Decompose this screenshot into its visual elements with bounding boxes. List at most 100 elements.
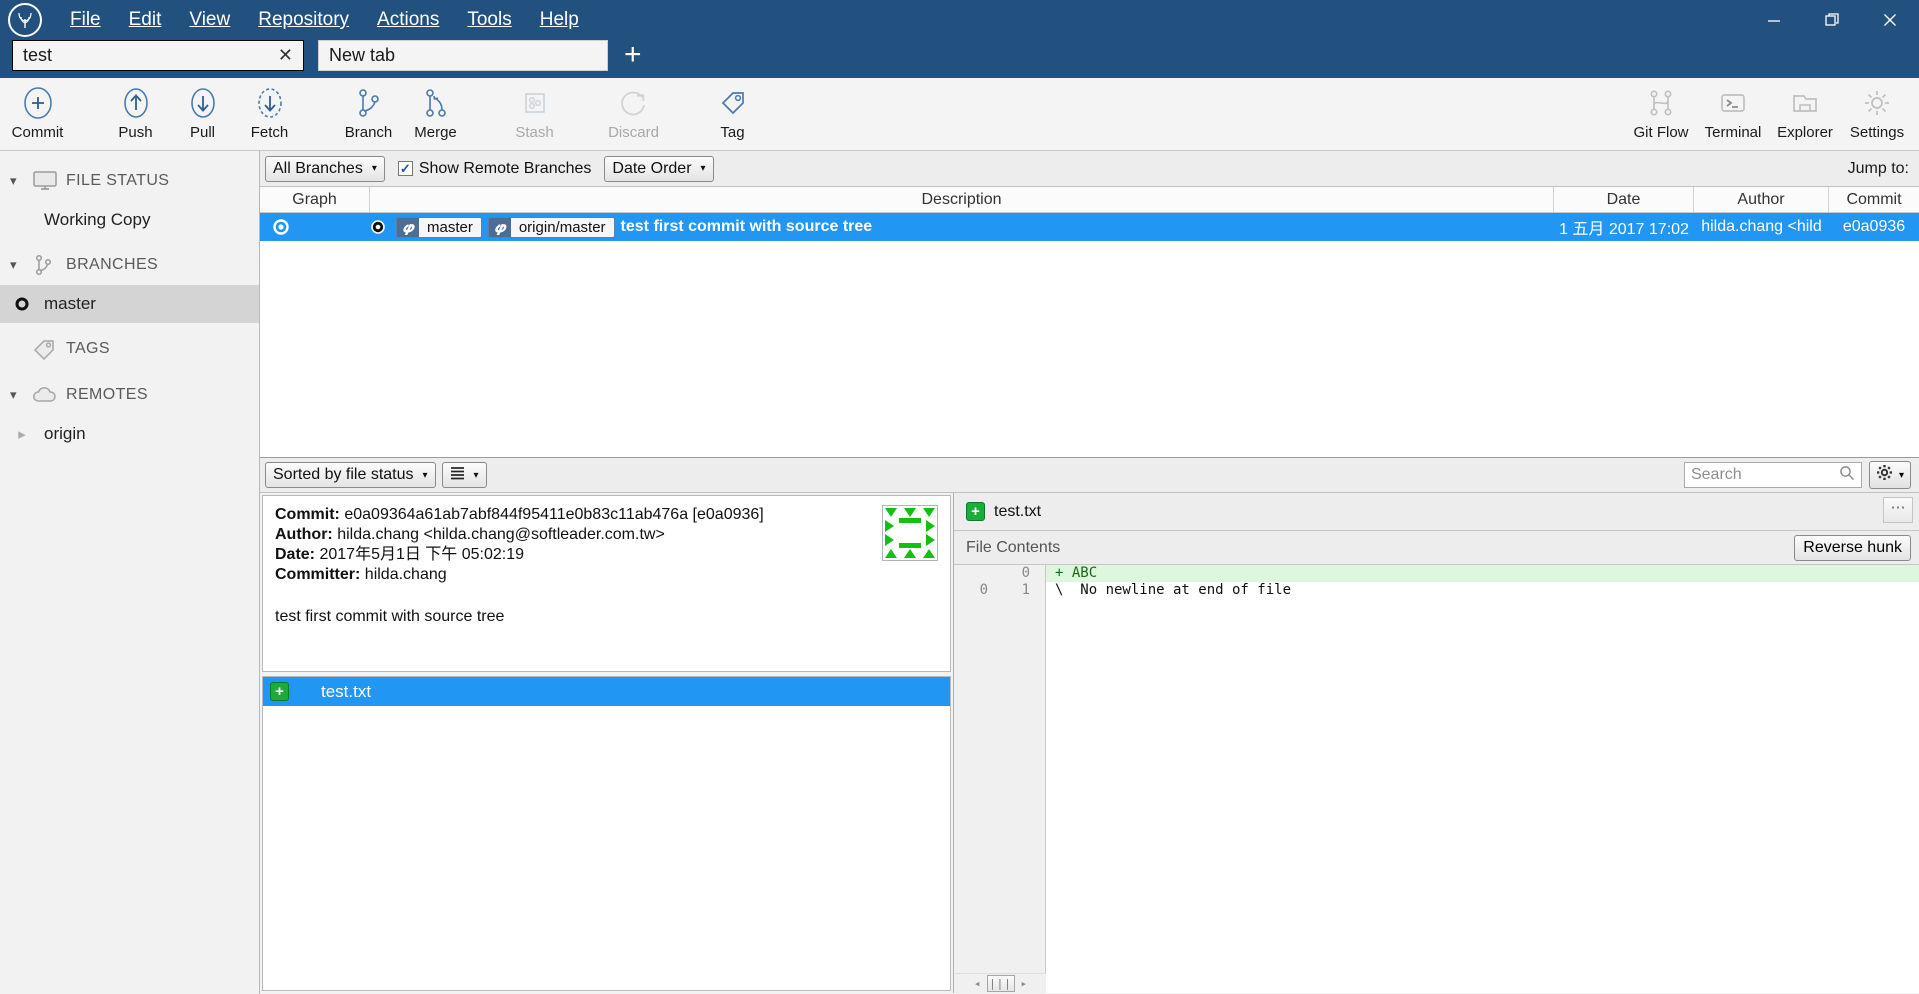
diff-line-number-row: 0 (954, 565, 1045, 582)
repo-tab-label: test (23, 45, 53, 65)
branch-filter-dropdown[interactable]: All Branches ▾ (265, 155, 385, 182)
menu-tools-label: Tools (467, 9, 512, 30)
sidebar-item-working-copy[interactable]: Working Copy (0, 201, 259, 239)
menu-repository[interactable]: Repository (244, 9, 363, 31)
search-input[interactable]: Search (1683, 462, 1862, 488)
diff-line-number-row: 0 1 (954, 582, 1045, 599)
pull-button[interactable]: Pull (169, 78, 236, 151)
graph-commit-dot-icon (371, 220, 385, 234)
sidebar-item-origin[interactable]: ▸ origin (0, 415, 259, 453)
file-name: test.txt (321, 681, 372, 701)
stash-button[interactable]: Stash (501, 78, 568, 151)
ref-badge-master-label: master (419, 217, 481, 237)
settings-button-label: Settings (1849, 124, 1905, 141)
sort-filter-dropdown[interactable]: Sorted by file status ▾ (265, 462, 436, 488)
column-header-author[interactable]: Author (1694, 187, 1829, 212)
minimize-button[interactable] (1745, 0, 1803, 40)
terminal-button[interactable]: Terminal (1697, 78, 1769, 151)
table-row[interactable]: 𝝋 master 𝝋 origin/master test first comm… (260, 213, 1919, 241)
commit-committer-value: hilda.chang (364, 566, 447, 583)
menu-actions[interactable]: Actions (363, 9, 453, 31)
branch-dot-icon (0, 296, 44, 312)
explorer-button[interactable]: Explorer (1769, 78, 1841, 151)
show-remote-branches-checkbox[interactable]: ✓ Show Remote Branches (397, 160, 591, 178)
add-tab-icon[interactable]: + (624, 40, 642, 70)
detail-panes: Commit: e0a09364a61ab7abf844f95411e0b83c… (260, 493, 1919, 993)
reverse-hunk-button[interactable]: Reverse hunk (1794, 534, 1911, 561)
diff-horizontal-scrollbar[interactable]: ◂ ||| ▸ (955, 973, 1046, 993)
title-bar: File Edit View Repository Actions Tools … (0, 0, 1919, 40)
discard-button[interactable]: Discard (600, 78, 667, 151)
settings-button[interactable]: Settings (1841, 78, 1913, 151)
column-header-graph[interactable]: Graph (260, 187, 370, 212)
column-header-commit[interactable]: Commit (1829, 187, 1919, 212)
ref-badge-origin-master-label: origin/master (510, 217, 614, 237)
menu-file[interactable]: File (56, 9, 115, 31)
sidebar-section-branches[interactable]: ▾ BRANCHES (0, 245, 259, 285)
branch-icon (32, 253, 66, 277)
restore-button[interactable] (1803, 0, 1861, 40)
sidebar-section-remotes[interactable]: ▾ REMOTES (0, 375, 259, 415)
push-button[interactable]: Push (102, 78, 169, 151)
menu-view[interactable]: View (175, 9, 244, 31)
column-header-description[interactable]: Description (370, 187, 1554, 212)
commit-button[interactable]: Commit (4, 78, 71, 151)
menu-edit[interactable]: Edit (115, 9, 176, 31)
fetch-button[interactable]: Fetch (236, 78, 303, 151)
commit-detail-message: test first commit with source tree (275, 608, 505, 625)
diff-more-options-button[interactable]: ⋯ (1883, 497, 1913, 523)
repo-tab-new[interactable]: New tab (318, 40, 608, 71)
view-mode-dropdown[interactable]: ▾ (441, 462, 487, 488)
merge-button[interactable]: Merge (402, 78, 469, 151)
diff-settings-button[interactable]: ▾ (1868, 461, 1911, 489)
git-flow-button[interactable]: Git Flow (1625, 78, 1697, 151)
main-area: ▾ FILE STATUS Working Copy ▾ BRANCHES ma… (0, 151, 1919, 994)
jump-to-label[interactable]: Jump to: (1848, 160, 1909, 178)
chevron-down-icon[interactable]: ▾ (10, 257, 32, 273)
commit-description-cell: 𝝋 master 𝝋 origin/master test first comm… (370, 216, 1554, 238)
pull-down-arrow-icon (185, 84, 221, 122)
diff-section-label: File Contents (966, 538, 1061, 556)
diff-pane: + test.txt ⋯ File Contents Reverse hunk … (954, 493, 1919, 993)
branch-button[interactable]: Branch (335, 78, 402, 151)
menu-tools[interactable]: Tools (453, 9, 525, 31)
commit-graph-cell (260, 218, 370, 236)
sidebar-section-tags[interactable]: TAGS (0, 329, 259, 369)
stash-icon (517, 84, 553, 122)
commit-committer-label: Committer: (275, 566, 361, 583)
menu-help[interactable]: Help (526, 9, 593, 31)
commit-hash-row: Commit: e0a09364a61ab7abf844f95411e0b83c… (275, 505, 938, 525)
list-item[interactable]: + test.txt (263, 677, 950, 706)
column-header-date[interactable]: Date (1554, 187, 1694, 212)
tag-button[interactable]: Tag (699, 78, 766, 151)
gear-icon (1876, 464, 1893, 486)
repo-tab-test[interactable]: test ✕ (12, 40, 304, 71)
git-flow-icon (1643, 84, 1679, 122)
chevron-right-icon[interactable]: ▸ (0, 425, 44, 443)
scroll-right-icon[interactable]: ▸ (1021, 977, 1028, 990)
ref-badge-master[interactable]: 𝝋 master (396, 216, 482, 238)
sidebar-section-file-status[interactable]: ▾ FILE STATUS (0, 161, 259, 201)
sourcetree-logo-icon (8, 3, 42, 37)
commit-date-value: 2017年5月1日 下午 05:02:19 (319, 546, 525, 563)
chevron-down-icon[interactable]: ▾ (10, 387, 32, 403)
search-icon (1839, 465, 1855, 486)
menu-actions-label: Actions (377, 9, 440, 30)
added-plus-icon: + (966, 502, 985, 521)
ref-badge-origin-master[interactable]: 𝝋 origin/master (487, 216, 615, 238)
sidebar-item-working-copy-label: Working Copy (44, 210, 151, 229)
sidebar-item-master[interactable]: master (0, 285, 259, 323)
close-button[interactable] (1861, 0, 1919, 40)
close-icon[interactable]: ✕ (278, 45, 293, 66)
order-filter-dropdown[interactable]: Date Order ▾ (604, 155, 714, 182)
diff-new-line-number: 0 (1021, 565, 1030, 581)
order-filter-label: Date Order (612, 159, 692, 177)
chevron-down-icon[interactable]: ▾ (10, 173, 32, 189)
terminal-icon (1715, 84, 1751, 122)
terminal-button-label: Terminal (1704, 124, 1762, 141)
scroll-left-icon[interactable]: ◂ (974, 977, 981, 990)
detail-toolbar-right: Search ▾ (1683, 461, 1911, 489)
explorer-button-label: Explorer (1777, 124, 1833, 141)
scrollbar-thumb[interactable]: ||| (986, 975, 1015, 992)
diff-file-header: + test.txt ⋯ (954, 493, 1919, 531)
